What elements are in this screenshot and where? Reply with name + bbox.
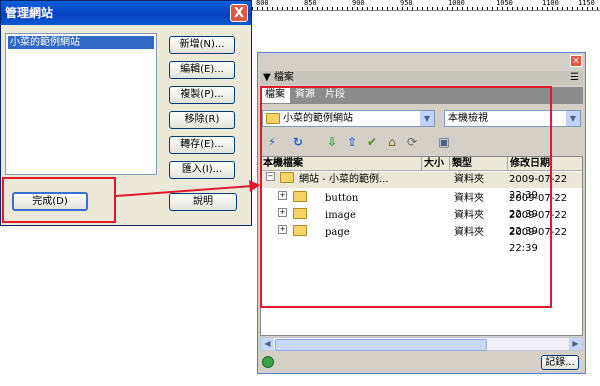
annotation-arrow [115, 180, 260, 197]
